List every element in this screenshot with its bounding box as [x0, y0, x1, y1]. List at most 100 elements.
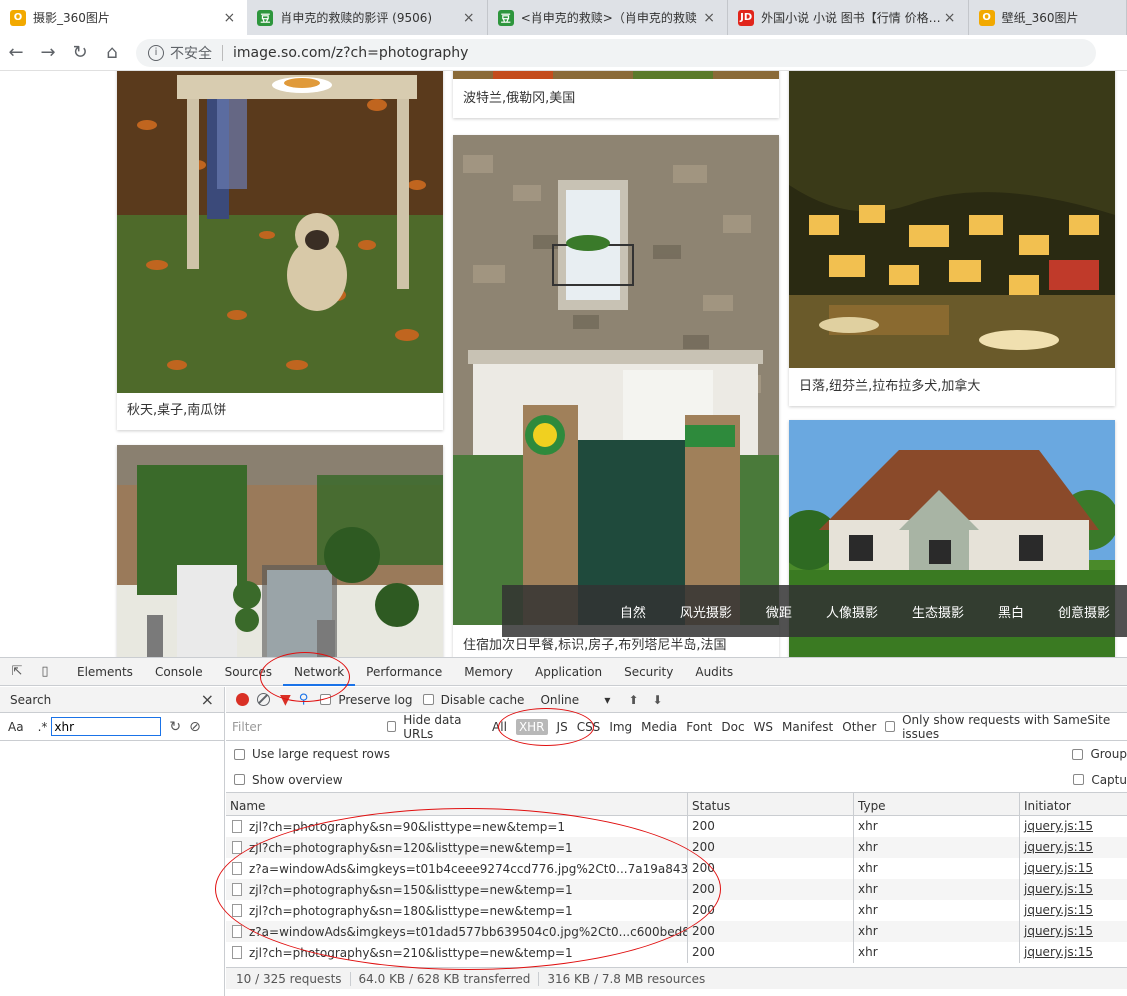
url-text[interactable]: image.so.com/z?ch=photography — [233, 45, 468, 61]
export-har-icon[interactable]: ⬇ — [653, 693, 663, 707]
filter-type-ws[interactable]: WS — [754, 720, 773, 734]
hide-data-urls-checkbox[interactable]: Hide data URLs — [386, 713, 483, 741]
tab-console[interactable]: Console — [144, 658, 214, 686]
divider — [222, 44, 223, 61]
tab-application[interactable]: Application — [524, 658, 613, 686]
close-tab-icon[interactable]: × — [942, 10, 958, 26]
column-initiator[interactable]: Initiator — [1020, 793, 1127, 816]
photo-caption: 波特兰,俄勒冈,美国 — [463, 91, 576, 106]
filter-input[interactable]: Filter — [230, 717, 373, 737]
back-icon[interactable]: ← — [0, 37, 32, 69]
photo-portland[interactable] — [453, 71, 779, 79]
capture-screenshots-checkbox[interactable]: Captu — [1073, 773, 1127, 787]
category-link[interactable]: 风光摄影 — [680, 602, 732, 621]
disable-cache-checkbox[interactable]: Disable cache — [422, 692, 525, 707]
browser-tab[interactable]: O 摄影_360图片 × — [0, 0, 248, 35]
tab-security[interactable]: Security — [613, 658, 684, 686]
douban-icon: 豆 — [257, 9, 274, 26]
request-initiator-link[interactable]: jquery.js:15 — [1020, 900, 1127, 921]
request-initiator-link[interactable]: jquery.js:15 — [1020, 921, 1127, 942]
browser-tab[interactable]: 豆 <肖申克的救赎>（肖申克的救赎 × — [488, 0, 729, 35]
match-case-toggle[interactable]: Aa — [8, 720, 24, 734]
request-initiator-link[interactable]: jquery.js:15 — [1020, 837, 1127, 858]
disable-cache-label: Disable cache — [440, 692, 525, 707]
photo-newfoundland-harbour[interactable] — [789, 71, 1115, 368]
throttling-value: Online — [540, 692, 580, 707]
chevron-down-icon: ▾ — [604, 692, 611, 707]
filter-type-media[interactable]: Media — [641, 720, 677, 734]
tab-performance[interactable]: Performance — [355, 658, 453, 686]
info-icon[interactable]: i — [148, 44, 164, 61]
device-toolbar-icon[interactable]: ▯ — [34, 661, 56, 683]
close-tab-icon[interactable]: × — [221, 10, 237, 26]
table-header: Name Status Type Initiator — [226, 793, 1127, 816]
column-status[interactable]: Status — [688, 793, 854, 816]
inspect-element-icon[interactable]: ⇱ — [6, 661, 28, 683]
refresh-icon[interactable]: ↻ — [169, 719, 181, 735]
photo-card-portland[interactable]: 波特兰,俄勒冈,美国 — [453, 71, 779, 118]
request-type: xhr — [854, 816, 1020, 837]
forward-icon[interactable]: → — [32, 37, 64, 69]
large-rows-label: Use large request rows — [252, 747, 390, 761]
photo-breton-house[interactable] — [453, 135, 779, 625]
throttling-select[interactable]: Online ▾ — [540, 693, 610, 707]
photo-card-breton[interactable]: 住宿加次日早餐,标识,房子,布列塔尼半岛,法国 — [453, 135, 779, 657]
column-type[interactable]: Type — [854, 793, 1020, 816]
close-icon[interactable]: × — [201, 690, 214, 709]
large-rows-checkbox[interactable]: Use large request rows — [234, 747, 390, 761]
tab-audits[interactable]: Audits — [684, 658, 744, 686]
photo-card-newfoundland[interactable]: 日落,纽芬兰,拉布拉多犬,加拿大 — [789, 71, 1115, 406]
category-link[interactable]: 自然 — [620, 602, 646, 621]
tab-title: 外国小说 小说 图书【行情 价格 评 — [761, 11, 942, 25]
address-bar[interactable]: i 不安全 image.so.com/z?ch=photography — [136, 38, 1096, 67]
clear-log-icon[interactable] — [257, 693, 270, 706]
samesite-checkbox[interactable]: Only show requests with SameSite issues — [885, 713, 1117, 741]
category-link[interactable]: 黑白 — [998, 602, 1024, 621]
regex-toggle[interactable]: .* — [38, 720, 48, 734]
filter-type-other[interactable]: Other — [842, 720, 876, 734]
page-viewport: 秋天,桌子,南瓜饼 波特兰,俄勒冈,美国 住宿加次日早餐,标识,房子,布列塔尼半… — [0, 71, 1127, 657]
category-link[interactable]: 微距 — [766, 602, 792, 621]
search-input[interactable] — [51, 717, 162, 736]
category-link[interactable]: 人像摄影 — [826, 602, 878, 621]
clear-icon[interactable]: ⊘ — [189, 719, 201, 735]
category-bar: 自然 风光摄影 微距 人像摄影 生态摄影 黑白 创意摄影 — [502, 585, 1127, 637]
resources-size: 316 KB / 7.8 MB resources — [547, 971, 706, 986]
request-type: xhr — [854, 942, 1020, 963]
request-initiator-link[interactable]: jquery.js:15 — [1020, 816, 1127, 837]
request-initiator-link[interactable]: jquery.js:15 — [1020, 942, 1127, 963]
photo-ivy-house[interactable] — [117, 445, 443, 657]
filter-type-doc[interactable]: Doc — [721, 720, 744, 734]
photo-autumn-pug[interactable] — [117, 71, 443, 393]
filter-type-manifest[interactable]: Manifest — [782, 720, 833, 734]
reload-icon[interactable]: ↻ — [64, 37, 96, 69]
photo-caption: 日落,纽芬兰,拉布拉多犬,加拿大 — [799, 379, 981, 394]
photo-card-ivy-house[interactable] — [117, 445, 443, 657]
home-icon[interactable]: ⌂ — [96, 37, 128, 69]
category-link[interactable]: 创意摄影 — [1058, 602, 1110, 621]
tab-elements[interactable]: Elements — [66, 658, 144, 686]
tab-memory[interactable]: Memory — [453, 658, 524, 686]
record-icon[interactable] — [236, 693, 249, 706]
close-tab-icon[interactable]: × — [701, 10, 717, 26]
request-initiator-link[interactable]: jquery.js:15 — [1020, 858, 1127, 879]
group-by-frame-checkbox[interactable]: Group — [1072, 747, 1127, 761]
photo-card-autumn[interactable]: 秋天,桌子,南瓜饼 — [117, 71, 443, 430]
request-type: xhr — [854, 837, 1020, 858]
browser-tab[interactable]: O 壁纸_360图片 — [969, 0, 1127, 35]
request-initiator-link[interactable]: jquery.js:15 — [1020, 879, 1127, 900]
import-har-icon[interactable]: ⬆ — [628, 693, 638, 707]
capture-label: Captu — [1091, 772, 1127, 787]
annotation-circle-network — [260, 652, 350, 702]
browser-tab[interactable]: JD 外国小说 小说 图书【行情 价格 评 × — [728, 0, 969, 35]
preserve-log-label: Preserve log — [338, 692, 413, 707]
filter-type-font[interactable]: Font — [686, 720, 712, 734]
browser-tab[interactable]: 豆肖申克的救赎的影评 (9506) × — [247, 0, 488, 35]
request-count: 10 / 325 requests — [236, 971, 351, 986]
search-pane-title: Search — [10, 692, 52, 707]
tab-title: 摄影_360图片 — [33, 11, 110, 25]
close-tab-icon[interactable]: × — [461, 10, 477, 26]
filter-type-img[interactable]: Img — [609, 720, 632, 734]
show-overview-checkbox[interactable]: Show overview — [234, 773, 343, 787]
category-link[interactable]: 生态摄影 — [912, 602, 964, 621]
